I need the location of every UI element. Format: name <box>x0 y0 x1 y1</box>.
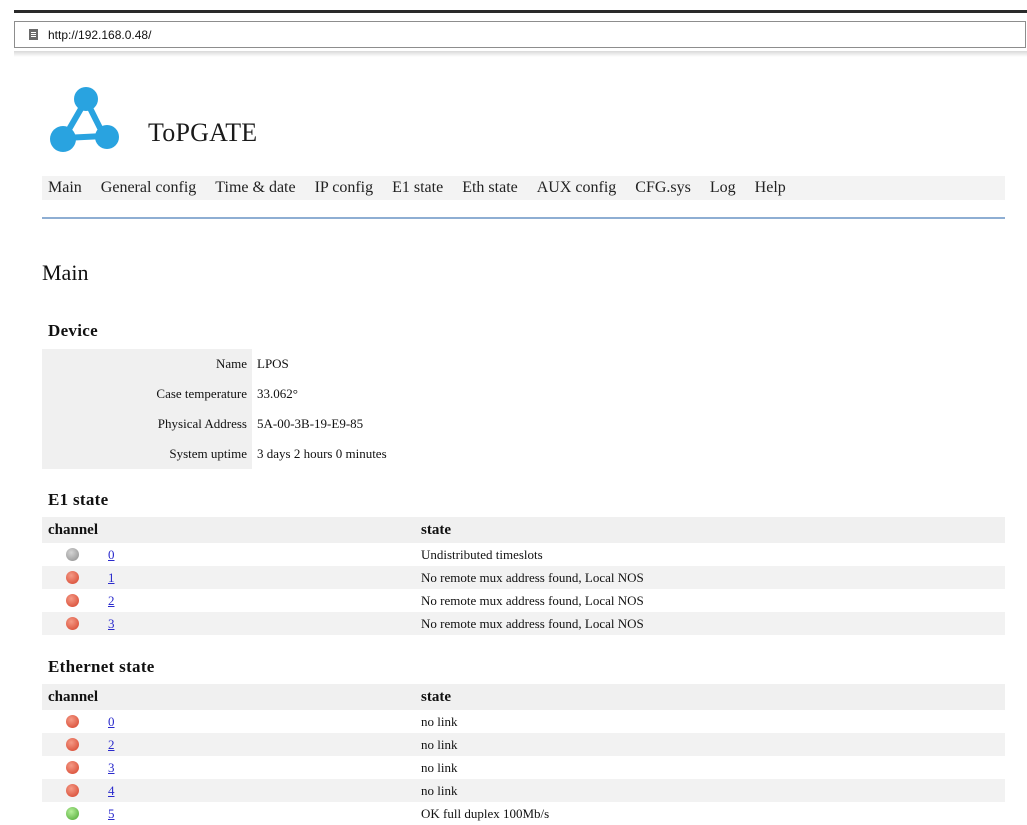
nav-ip-config[interactable]: IP config <box>315 179 374 197</box>
eth-table-header: channel state <box>42 684 1005 710</box>
table-row: 1 No remote mux address found, Local NOS <box>42 566 1005 589</box>
channel-link[interactable]: 0 <box>108 547 115 562</box>
state-text: No remote mux address found, Local NOS <box>421 569 644 585</box>
nav-main[interactable]: Main <box>48 179 82 197</box>
device-label: System uptime <box>42 439 252 469</box>
state-text: OK full duplex 100Mb/s <box>421 805 550 821</box>
status-dot-icon <box>65 784 79 797</box>
column-header-channel: channel <box>48 521 99 538</box>
state-text: no link <box>421 782 458 798</box>
device-value: 33.062° <box>257 386 298 401</box>
nav-divider <box>42 217 1005 219</box>
table-row: 0 no link <box>42 710 1005 733</box>
state-text: No remote mux address found, Local NOS <box>421 592 644 608</box>
page-title: Main <box>42 260 89 285</box>
device-row-physical-address: Physical Address 5A-00-3B-19-E9-85 <box>42 409 422 439</box>
nav-log[interactable]: Log <box>710 179 736 197</box>
device-table: Name LPOS Case temperature 33.062° Physi… <box>42 349 422 469</box>
main-nav: Main General config Time & date IP confi… <box>42 176 1005 200</box>
table-row: 2 No remote mux address found, Local NOS <box>42 589 1005 612</box>
brand-title: ToPGATE <box>148 118 258 147</box>
state-text: Undistributed timeslots <box>421 546 543 562</box>
table-row: 3 no link <box>42 756 1005 779</box>
channel-link[interactable]: 3 <box>108 760 115 775</box>
topgate-logo-icon <box>50 87 119 152</box>
status-dot-icon <box>65 715 79 728</box>
device-label: Name <box>42 349 252 379</box>
channel-link[interactable]: 2 <box>108 593 115 608</box>
state-text: no link <box>421 713 458 729</box>
device-row-name: Name LPOS <box>42 349 422 379</box>
status-dot-icon <box>65 807 79 820</box>
table-row: 0 Undistributed timeslots <box>42 543 1005 566</box>
ethernet-section-title: Ethernet state <box>48 657 155 676</box>
device-value: 3 days 2 hours 0 minutes <box>257 446 387 461</box>
channel-link[interactable]: 2 <box>108 737 115 752</box>
channel-link[interactable]: 4 <box>108 783 115 798</box>
device-value: LPOS <box>257 356 289 371</box>
status-dot-icon <box>65 617 79 630</box>
column-header-channel: channel <box>48 688 99 705</box>
status-dot-icon <box>65 738 79 751</box>
status-dot-icon <box>65 571 79 584</box>
nav-cfg-sys[interactable]: CFG.sys <box>635 179 691 197</box>
status-dot-icon <box>65 761 79 774</box>
device-section-title: Device <box>48 321 98 340</box>
address-url[interactable]: http://192.168.0.48/ <box>48 28 151 42</box>
device-label: Physical Address <box>42 409 252 439</box>
channel-link[interactable]: 3 <box>108 616 115 631</box>
device-row-uptime: System uptime 3 days 2 hours 0 minutes <box>42 439 422 469</box>
address-bar[interactable]: http://192.168.0.48/ <box>14 21 1026 48</box>
table-row: 2 no link <box>42 733 1005 756</box>
status-dot-icon <box>65 594 79 607</box>
channel-link[interactable]: 0 <box>108 714 115 729</box>
page-icon <box>29 29 38 40</box>
nav-aux-config[interactable]: AUX config <box>537 179 617 197</box>
nav-help[interactable]: Help <box>755 179 786 197</box>
nav-general-config[interactable]: General config <box>101 179 197 197</box>
nav-time-date[interactable]: Time & date <box>215 179 295 197</box>
nav-e1-state[interactable]: E1 state <box>392 179 443 197</box>
browser-top-border <box>14 10 1027 13</box>
state-text: No remote mux address found, Local NOS <box>421 615 644 631</box>
nav-eth-state[interactable]: Eth state <box>462 179 518 197</box>
channel-link[interactable]: 5 <box>108 806 115 821</box>
device-label: Case temperature <box>42 379 252 409</box>
state-text: no link <box>421 759 458 775</box>
status-dot-icon <box>65 548 79 561</box>
table-row: 5 OK full duplex 100Mb/s <box>42 802 1005 825</box>
column-header-state: state <box>421 521 451 538</box>
device-row-temperature: Case temperature 33.062° <box>42 379 422 409</box>
state-text: no link <box>421 736 458 752</box>
column-header-state: state <box>421 688 451 705</box>
channel-link[interactable]: 1 <box>108 570 115 585</box>
ethernet-state-table: channel state 0 no link 2 no link 3 no l… <box>42 684 1005 825</box>
e1-section-title: E1 state <box>48 490 109 509</box>
browser-chrome-shadow <box>14 51 1027 57</box>
e1-state-table: channel state 0 Undistributed timeslots … <box>42 517 1005 635</box>
browser-top-strip <box>0 0 1027 10</box>
table-row: 3 No remote mux address found, Local NOS <box>42 612 1005 635</box>
table-row: 4 no link <box>42 779 1005 802</box>
device-value: 5A-00-3B-19-E9-85 <box>257 416 364 431</box>
e1-table-header: channel state <box>42 517 1005 543</box>
